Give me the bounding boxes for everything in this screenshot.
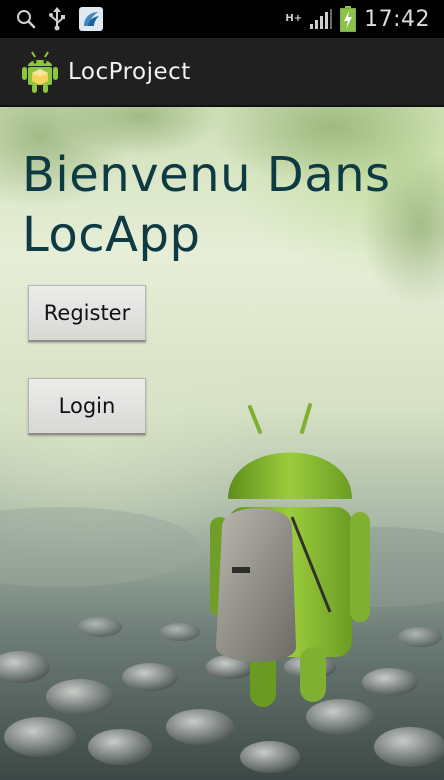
status-clock: 17:42 (364, 6, 430, 32)
status-bar-left (0, 6, 104, 32)
network-arrows-icon: H+ (285, 14, 302, 24)
login-button[interactable]: Login (28, 378, 146, 435)
register-button[interactable]: Register (28, 285, 146, 342)
network-type-label: H+ (285, 13, 303, 24)
action-bar: LocProject (0, 38, 444, 107)
status-bar: H+ 17:42 (0, 0, 444, 38)
search-icon (16, 9, 36, 29)
signal-icon (310, 9, 333, 29)
main-content: Bienvenu Dans LocApp Register Login (0, 107, 444, 780)
status-bar-right: H+ 17:42 (285, 6, 444, 32)
welcome-heading: Bienvenu Dans LocApp (22, 147, 391, 263)
battery-charging-icon (340, 6, 357, 32)
usb-icon (48, 7, 66, 31)
android-app-icon[interactable] (22, 50, 58, 94)
app-title: LocProject (68, 58, 191, 85)
app-notification-icon (78, 6, 104, 32)
